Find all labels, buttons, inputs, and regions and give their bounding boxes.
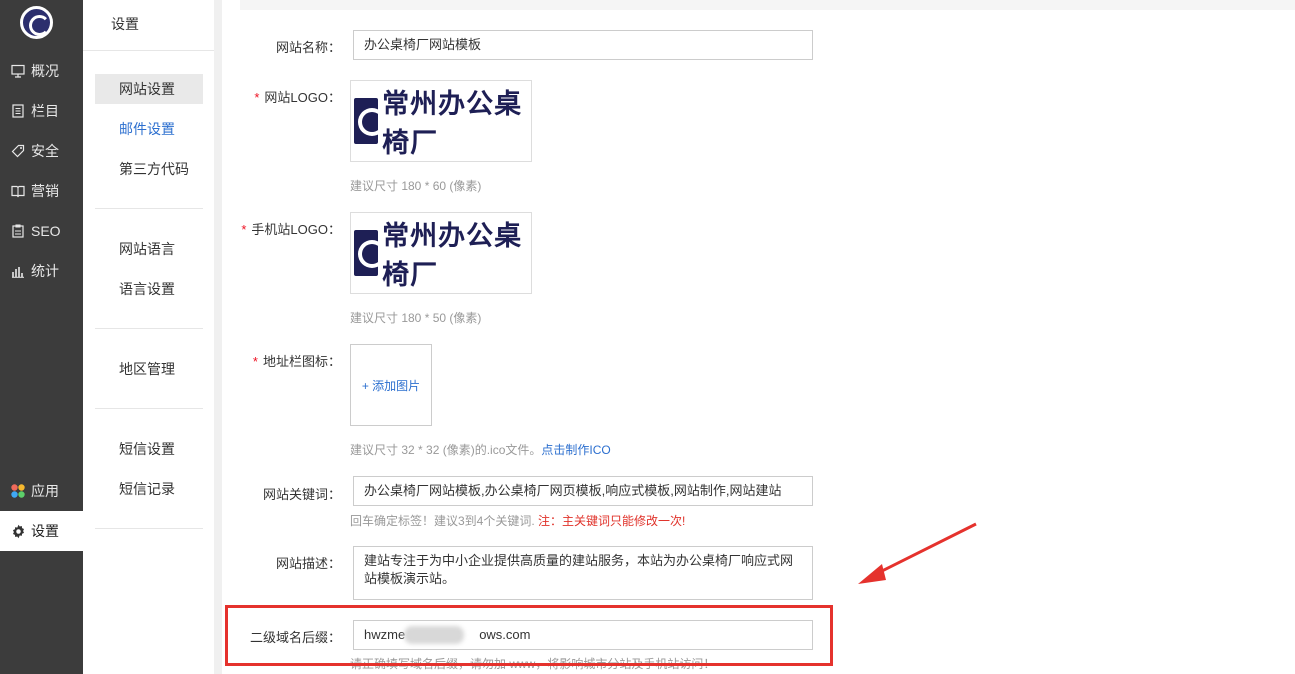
- nav-item-label: 统计: [31, 263, 59, 279]
- brand-mark-icon: [354, 230, 387, 276]
- keywords-input[interactable]: 办公桌椅厂网站模板,办公桌椅厂网页模板,响应式模板,网站制作,网站建站: [353, 476, 813, 506]
- keywords-label: 网站关键词：: [262, 487, 341, 502]
- divider: [83, 50, 214, 51]
- nav-item-apps[interactable]: 应用: [0, 471, 83, 511]
- submenu-item-mail-settings[interactable]: 邮件设置: [95, 114, 203, 144]
- submenu-item-site-settings[interactable]: 网站设置: [95, 74, 203, 104]
- favicon-label: * 地址栏图标：: [252, 354, 341, 369]
- nav-item-columns[interactable]: 栏目: [0, 91, 83, 131]
- submenu-item-third-party-code[interactable]: 第三方代码: [95, 154, 203, 184]
- submenu-title: 设置: [111, 16, 139, 32]
- logo-text: 常州办公桌椅厂: [382, 89, 523, 159]
- submenu-item-site-language[interactable]: 网站语言: [95, 234, 203, 264]
- logo-text: 常州办公桌椅厂: [382, 221, 523, 291]
- nav-item-settings[interactable]: 设置: [0, 511, 83, 551]
- favicon-hint: 建议尺寸 32 * 32 (像素)的.ico文件。点击制作ICO: [350, 443, 611, 457]
- keywords-hint: 回车确定标签！建议3到4个关键词. 注：主关键词只能修改一次!: [350, 514, 686, 528]
- site-logo-image[interactable]: 常州办公桌椅厂: [350, 80, 532, 162]
- nav-item-marketing[interactable]: 营销: [0, 171, 83, 211]
- app-logo[interactable]: [20, 6, 53, 39]
- description-textarea[interactable]: 建站专注于为中小企业提供高质量的建站服务，本站为办公桌椅厂响应式网站模板演示站。: [353, 546, 813, 600]
- submenu-item-sms-settings[interactable]: 短信设置: [95, 434, 203, 464]
- description-label: 网站描述：: [275, 556, 341, 571]
- main-nav: 概况 栏目 安全 营销 SEO 统计 应用 设置: [0, 0, 83, 674]
- mobile-logo-hint: 建议尺寸 180 * 50 (像素): [350, 311, 482, 325]
- divider: [95, 328, 203, 329]
- nav-item-label: 安全: [31, 143, 59, 159]
- brand-mark-icon: [354, 98, 387, 144]
- mobile-logo-label: * 手机站LOGO：: [241, 222, 341, 237]
- top-bar: [240, 0, 1295, 10]
- settings-form: 网站名称： 办公桌椅厂网站模板 * 网站LOGO： 常州办公桌椅厂 建议尺寸 18…: [222, 0, 1295, 674]
- divider: [95, 208, 203, 209]
- mobile-logo-image[interactable]: 常州办公桌椅厂: [350, 212, 532, 294]
- book-icon: [10, 183, 26, 199]
- nav-item-label: 设置: [31, 523, 59, 539]
- nav-item-label: 应用: [31, 483, 59, 499]
- divider: [95, 528, 203, 529]
- nav-item-overview[interactable]: 概况: [0, 51, 83, 91]
- settings-submenu: 设置 网站设置 邮件设置 第三方代码 网站语言 语言设置 地区管理 短信设置 短…: [83, 0, 214, 674]
- nav-item-stats[interactable]: 统计: [0, 251, 83, 291]
- nav-item-security[interactable]: 安全: [0, 131, 83, 171]
- add-image-button[interactable]: + 添加图片: [350, 344, 432, 426]
- nav-item-seo[interactable]: SEO: [0, 211, 83, 251]
- monitor-icon: [10, 63, 26, 79]
- site-logo-label: * 网站LOGO：: [254, 90, 341, 105]
- submenu-item-sms-records[interactable]: 短信记录: [95, 474, 203, 504]
- site-name-label: 网站名称：: [275, 40, 341, 55]
- list-icon: [10, 103, 26, 119]
- site-name-input[interactable]: 办公桌椅厂网站模板: [353, 30, 813, 60]
- nav-item-label: 栏目: [31, 103, 59, 119]
- clipboard-icon: [10, 223, 26, 239]
- annotation-arrow-icon: [858, 522, 977, 584]
- nav-item-label: SEO: [31, 223, 61, 239]
- site-logo-hint: 建议尺寸 180 * 60 (像素): [350, 179, 482, 193]
- make-ico-link[interactable]: 点击制作ICO: [541, 443, 610, 457]
- nav-item-label: 概况: [31, 63, 59, 79]
- tag-icon: [10, 143, 26, 159]
- submenu-item-region-management[interactable]: 地区管理: [95, 354, 203, 384]
- highlight-box: [225, 605, 833, 666]
- nav-item-label: 营销: [31, 183, 59, 199]
- divider: [95, 408, 203, 409]
- submenu-item-language-settings[interactable]: 语言设置: [95, 274, 203, 304]
- bar-chart-icon: [10, 263, 26, 279]
- gear-icon: [10, 523, 26, 539]
- apps-icon: [10, 483, 26, 499]
